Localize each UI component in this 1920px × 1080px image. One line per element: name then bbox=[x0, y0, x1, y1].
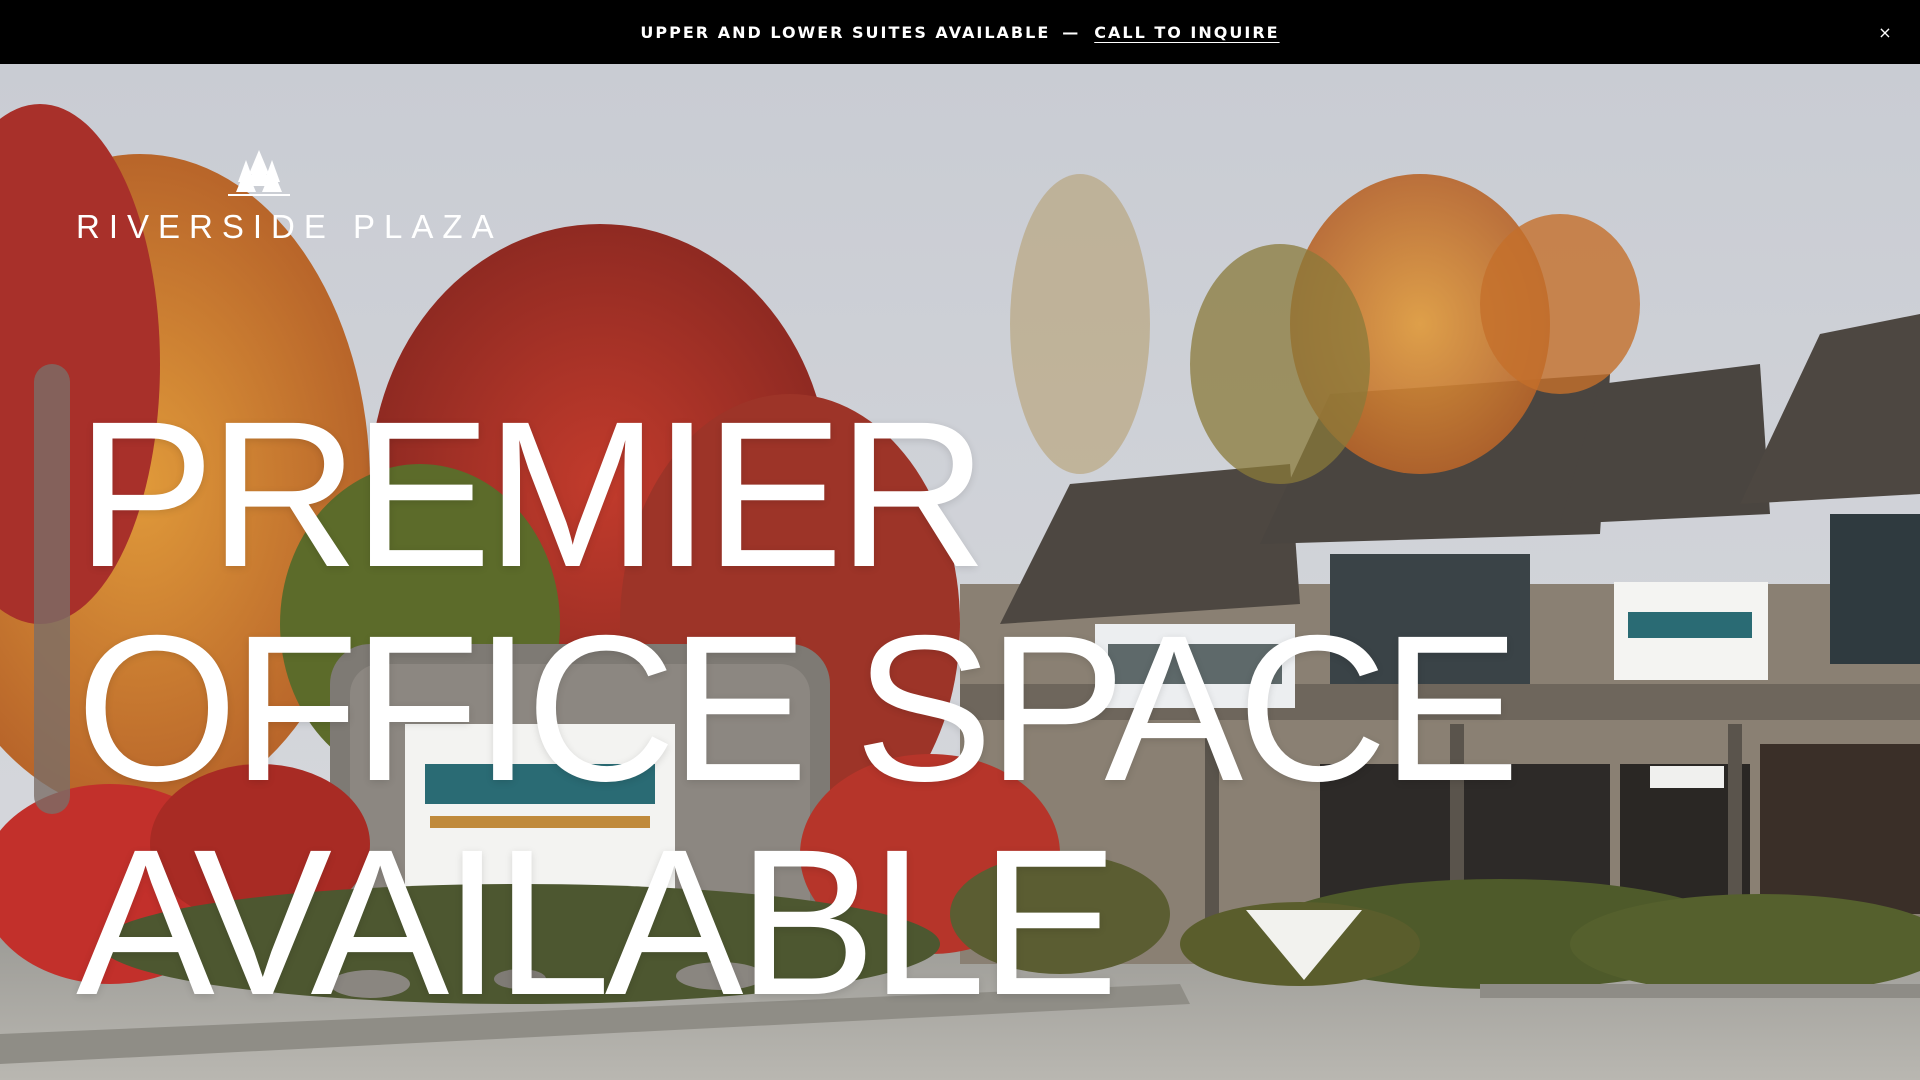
riverside-plaza-logo[interactable]: RIVERSIDE PLAZA bbox=[76, 150, 503, 246]
pine-trees-icon bbox=[228, 150, 290, 196]
call-to-inquire-link[interactable]: CALL TO INQUIRE bbox=[1094, 23, 1279, 42]
hero-section: RIVERSIDE PLAZA PREMIER OFFICE SPACE AVA… bbox=[0, 64, 1920, 1080]
headline-line: PREMIER bbox=[76, 379, 988, 611]
announcement-text: UPPER AND LOWER SUITES AVAILABLE bbox=[640, 22, 1051, 42]
headline-line: OFFICE SPACE bbox=[76, 593, 1520, 825]
logo-text: RIVERSIDE PLAZA bbox=[76, 208, 503, 245]
triangle-down-icon[interactable] bbox=[1246, 910, 1362, 980]
announcement-separator: — bbox=[1062, 22, 1081, 42]
announcement-bar: UPPER AND LOWER SUITES AVAILABLE — CALL … bbox=[0, 0, 1920, 64]
close-icon[interactable]: × bbox=[1876, 22, 1896, 42]
